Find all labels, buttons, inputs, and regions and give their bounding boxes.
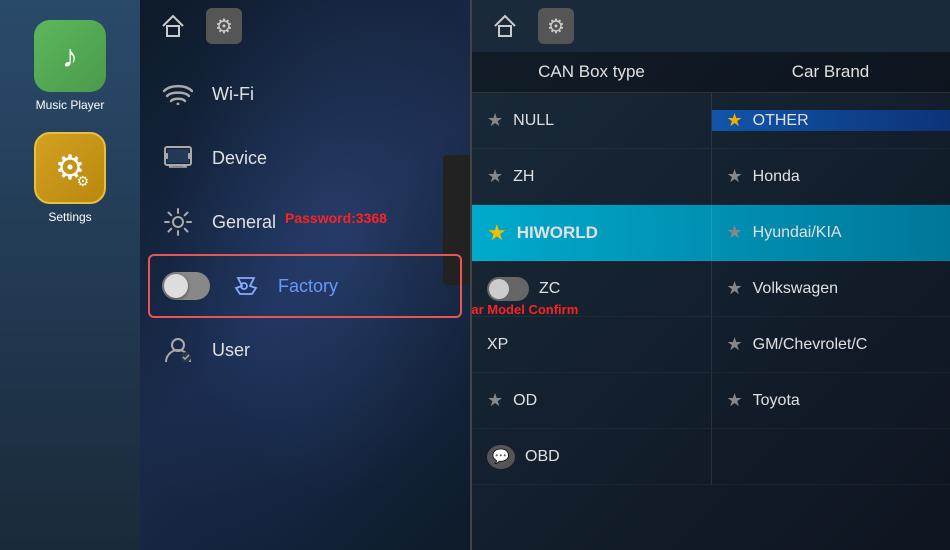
can-label-null: NULL bbox=[513, 112, 554, 130]
gear-symbol-right: ⚙ bbox=[547, 14, 565, 39]
can-cell-od: ★ OD bbox=[472, 390, 711, 411]
table-row-2[interactable]: ★ HIWORLD ★ Hyundai/KIA bbox=[472, 205, 950, 261]
right-panel: ⚙ CAN Box type Car Brand ★ NULL ★ OTHER bbox=[472, 0, 950, 550]
table-row-4[interactable]: XP ★ GM/Chevrolet/C bbox=[472, 317, 950, 373]
middle-top-bar: ⚙ bbox=[140, 0, 470, 52]
car-confirm-annotation: Car Model Confirm bbox=[472, 301, 578, 319]
can-label-zh: ZH bbox=[513, 168, 534, 186]
obd-msg-symbol: 💬 bbox=[492, 448, 509, 465]
car-cell-gm: ★ GM/Chevrolet/C bbox=[712, 334, 950, 355]
star-other: ★ bbox=[727, 110, 743, 131]
can-box-type-header: CAN Box type bbox=[472, 62, 711, 82]
factory-toggle[interactable] bbox=[162, 272, 210, 300]
table-row-0[interactable]: ★ NULL ★ OTHER bbox=[472, 93, 950, 149]
zc-toggle-knob bbox=[489, 279, 509, 299]
can-cell-zc: ZC Car Model Confirm bbox=[472, 277, 711, 301]
menu-item-factory[interactable]: ➜ Factory bbox=[148, 254, 462, 318]
music-player-app[interactable]: ♪ Music Player bbox=[34, 20, 106, 112]
can-cell-xp: XP bbox=[472, 336, 711, 354]
car-label-hyundai: Hyundai/KIA bbox=[753, 224, 842, 242]
wifi-label: Wi-Fi bbox=[212, 84, 254, 105]
factory-icon bbox=[226, 268, 262, 304]
music-note-icon: ♪ bbox=[62, 38, 78, 75]
car-brand-header: Car Brand bbox=[711, 62, 950, 82]
car-label-honda: Honda bbox=[753, 168, 800, 186]
car-cell-other: ★ OTHER bbox=[712, 110, 950, 131]
star-zh: ★ bbox=[487, 166, 503, 187]
car-cell-volkswagen: ★ Volkswagen bbox=[712, 278, 950, 299]
device-icon bbox=[160, 140, 196, 176]
table-row-3[interactable]: ZC Car Model Confirm ★ Volkswagen bbox=[472, 261, 950, 317]
middle-panel: ⚙ Password:3368 Wi-Fi bbox=[140, 0, 470, 550]
car-cell-honda: ★ Honda bbox=[712, 166, 950, 187]
star-hiworld: ★ bbox=[487, 220, 507, 246]
settings-icon-box: ⚙⚙ bbox=[34, 132, 106, 204]
can-cell-hiworld: ★ HIWORLD bbox=[472, 220, 711, 246]
obd-icon: 💬 bbox=[487, 445, 515, 469]
can-label-od: OD bbox=[513, 392, 537, 410]
star-hyundai: ★ bbox=[727, 222, 743, 243]
car-label-other: OTHER bbox=[753, 112, 809, 130]
music-player-icon-box: ♪ bbox=[34, 20, 106, 92]
user-icon bbox=[160, 332, 196, 368]
can-table-body: ★ NULL ★ OTHER ★ ZH ★ Honda bbox=[472, 93, 950, 550]
main-content: ⚙ Password:3368 Wi-Fi bbox=[140, 0, 950, 550]
sidebar: ♪ Music Player ⚙⚙ Settings bbox=[0, 0, 140, 550]
password-annotation: Password:3368 bbox=[285, 210, 387, 226]
zc-confirm-toggle[interactable] bbox=[487, 277, 529, 301]
menu-item-user[interactable]: User bbox=[140, 318, 470, 382]
home-icon-middle[interactable] bbox=[155, 8, 191, 44]
star-od: ★ bbox=[487, 390, 503, 411]
can-label-zc: ZC bbox=[539, 280, 560, 298]
car-cell-toyota: ★ Toyota bbox=[712, 390, 950, 411]
gear-icon-middle[interactable]: ⚙ bbox=[206, 8, 242, 44]
column-headers: CAN Box type Car Brand bbox=[472, 52, 950, 93]
general-icon bbox=[160, 204, 196, 240]
general-label: General bbox=[212, 212, 276, 233]
star-honda: ★ bbox=[727, 166, 743, 187]
wifi-icon bbox=[160, 76, 196, 112]
can-label-obd: OBD bbox=[525, 448, 560, 466]
menu-item-device[interactable]: ➜ Device ➜ bbox=[140, 126, 470, 190]
table-row-1[interactable]: ★ ZH ★ Honda bbox=[472, 149, 950, 205]
star-null: ★ bbox=[487, 110, 503, 131]
device-label: Device bbox=[212, 148, 267, 169]
factory-label: Factory bbox=[278, 276, 338, 297]
car-model-confirm-label: Car Model Confirm bbox=[472, 302, 578, 317]
cell-divider-6 bbox=[711, 429, 712, 484]
settings-label: Settings bbox=[48, 210, 91, 224]
can-cell-zh: ★ ZH bbox=[472, 166, 711, 187]
user-label: User bbox=[212, 340, 250, 361]
can-label-xp: XP bbox=[487, 336, 508, 354]
car-cell-hyundai: ★ Hyundai/KIA bbox=[712, 222, 950, 243]
right-top-bar: ⚙ bbox=[472, 0, 950, 52]
car-label-gm: GM/Chevrolet/C bbox=[753, 336, 868, 354]
home-icon-right[interactable] bbox=[487, 8, 523, 44]
table-row-5[interactable]: ★ OD ★ Toyota bbox=[472, 373, 950, 429]
can-cell-null: ★ NULL bbox=[472, 110, 711, 131]
star-volkswagen: ★ bbox=[727, 278, 743, 299]
settings-app[interactable]: ⚙⚙ Settings bbox=[34, 132, 106, 224]
music-player-label: Music Player bbox=[36, 98, 105, 112]
star-gm: ★ bbox=[727, 334, 743, 355]
can-label-hiworld: HIWORLD bbox=[517, 223, 598, 243]
menu-item-wifi[interactable]: Wi-Fi bbox=[140, 62, 470, 126]
table-row-6[interactable]: 💬 OBD bbox=[472, 429, 950, 485]
star-toyota: ★ bbox=[727, 390, 743, 411]
car-label-toyota: Toyota bbox=[753, 392, 800, 410]
gear-icon-right[interactable]: ⚙ bbox=[538, 8, 574, 44]
toggle-knob bbox=[164, 274, 188, 298]
settings-gear-icon: ⚙⚙ bbox=[55, 148, 85, 188]
can-cell-obd: 💬 OBD bbox=[472, 445, 711, 469]
gear-symbol: ⚙ bbox=[215, 14, 233, 39]
car-label-volkswagen: Volkswagen bbox=[753, 280, 838, 298]
